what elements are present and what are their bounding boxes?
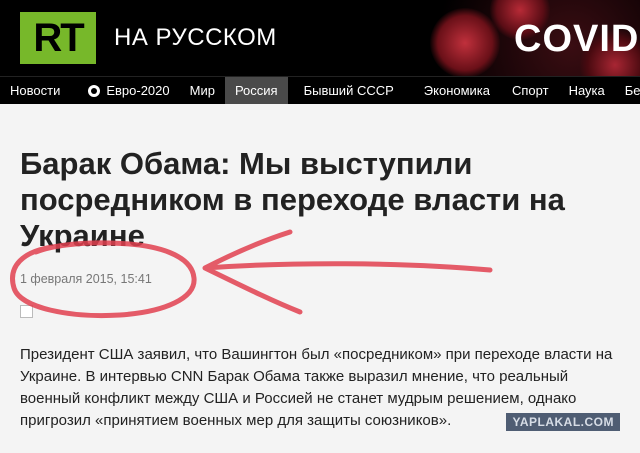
nav-item-label: Наука [568, 82, 605, 98]
nav-item-sport[interactable]: Спорт [502, 77, 559, 104]
covid-banner-text: COVID- [514, 18, 640, 60]
virus-image [430, 8, 500, 76]
nav-item-news[interactable]: Новости [0, 77, 70, 104]
watermark: YAPLAKAL.COM [506, 413, 620, 431]
site-name[interactable]: НА РУССКОМ [114, 24, 277, 52]
nav-item-label: Бе [624, 82, 640, 98]
nav-item-science[interactable]: Наука [559, 77, 615, 104]
nav-item-label: Экономика [423, 82, 490, 98]
nav-item-label: Бывший СССР [303, 82, 394, 98]
soccer-ball-icon [88, 84, 101, 97]
nav-item-label: Россия [234, 82, 278, 98]
nav-item-label: Новости [10, 82, 61, 98]
logo-text: RT [33, 16, 84, 60]
nav-item-economy[interactable]: Экономика [410, 77, 502, 104]
nav-item-label: Спорт [512, 82, 549, 98]
article: Барак Обама: Мы выступили посредником в … [20, 104, 630, 429]
rt-logo[interactable]: RT [20, 12, 96, 64]
nav-item-former-ussr[interactable]: Бывший СССР [288, 77, 410, 104]
nav-item-russia[interactable]: Россия [224, 77, 288, 104]
nav-item-world[interactable]: Мир [180, 77, 225, 104]
nav-item-label: Евро-2020 [106, 82, 170, 98]
covid-banner[interactable]: COVID- [410, 0, 640, 76]
main-nav: Новости Евро-2020 Мир Россия Бывший СССР… [0, 76, 640, 104]
nav-item-euro-2020[interactable]: Евро-2020 [70, 77, 179, 104]
site-header: RT НА РУССКОМ COVID- [0, 0, 640, 76]
nav-item-more[interactable]: Бе [615, 77, 640, 104]
article-date: 1 февраля 2015, 15:41 [20, 272, 152, 286]
image-placeholder [20, 305, 33, 318]
nav-item-label: Мир [189, 82, 215, 98]
article-title: Барак Обама: Мы выступили посредником в … [20, 146, 565, 253]
